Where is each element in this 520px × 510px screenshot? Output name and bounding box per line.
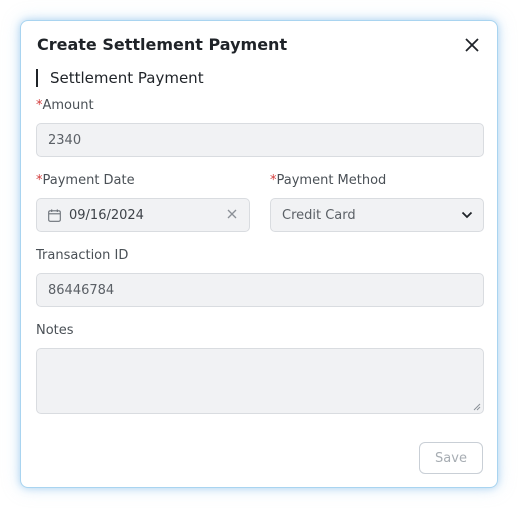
transaction-id-label: Transaction ID	[36, 248, 129, 263]
clear-icon[interactable]	[227, 209, 237, 219]
notes-textarea[interactable]	[36, 348, 484, 414]
transaction-id-input[interactable]: 86446784	[36, 273, 484, 307]
amount-label: *Amount	[36, 98, 94, 113]
transaction-id-value: 86446784	[48, 282, 115, 298]
payment-date-value: 09/16/2024	[69, 207, 144, 223]
amount-value: 2340	[48, 132, 82, 148]
payment-method-value: Credit Card	[282, 207, 356, 223]
calendar-icon	[48, 208, 61, 222]
close-icon	[465, 38, 479, 52]
amount-input[interactable]: 2340	[36, 123, 484, 157]
section-title: Settlement Payment	[36, 69, 204, 87]
payment-date-label-text: Payment Date	[42, 173, 135, 188]
save-button[interactable]: Save	[419, 442, 483, 474]
close-button[interactable]	[465, 37, 479, 52]
payment-method-select[interactable]: Credit Card	[270, 198, 484, 232]
payment-date-picker[interactable]: 09/16/2024	[36, 198, 250, 232]
chevron-down-icon	[461, 211, 473, 219]
payment-date-label: *Payment Date	[36, 173, 135, 188]
create-settlement-payment-dialog: Create Settlement Payment Settlement Pay…	[20, 20, 498, 488]
dialog-title: Create Settlement Payment	[37, 35, 288, 54]
payment-method-label-text: Payment Method	[276, 173, 387, 188]
resize-handle-icon[interactable]	[473, 403, 481, 411]
payment-method-label: *Payment Method	[270, 173, 386, 188]
notes-label: Notes	[36, 323, 74, 338]
amount-label-text: Amount	[42, 98, 94, 113]
